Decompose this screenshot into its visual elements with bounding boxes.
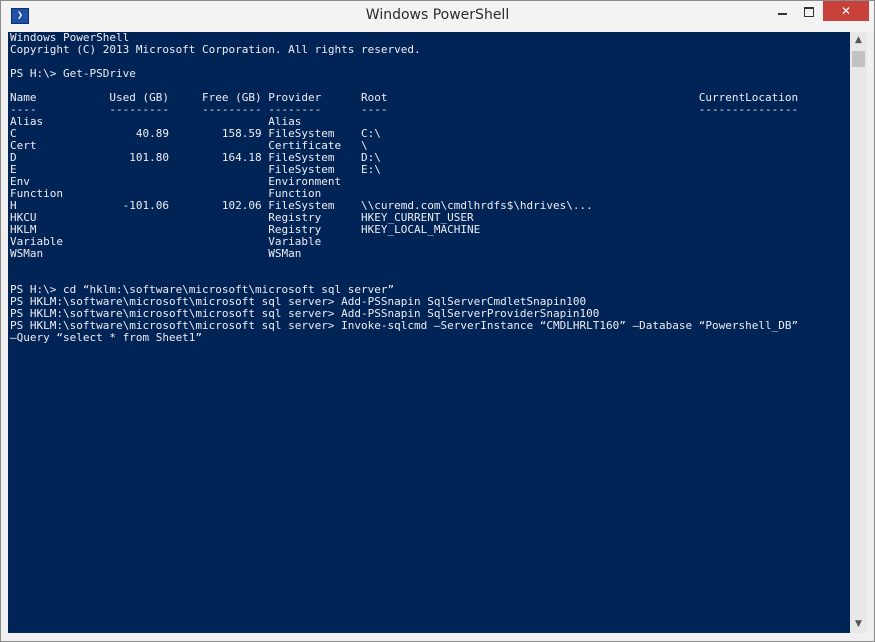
scroll-up-arrow-icon[interactable]: ▲ — [850, 32, 867, 49]
close-icon: ✕ — [840, 4, 852, 18]
maximize-button[interactable] — [796, 1, 822, 21]
console-text: Windows PowerShell Copyright (C) 2013 Mic… — [10, 32, 798, 344]
console-line: Copyright (C) 2013 Microsoft Corporation… — [10, 43, 421, 56]
console-line: WSMan WSMan — [10, 247, 302, 260]
maximize-icon — [804, 6, 814, 17]
console-line: PS H:\> Get-PSDrive — [10, 67, 136, 80]
window-title: Windows PowerShell — [365, 7, 510, 23]
minimize-button[interactable] — [769, 1, 795, 21]
close-button[interactable]: ✕ — [823, 1, 869, 21]
scrollbar-thumb[interactable] — [852, 51, 865, 67]
vertical-scrollbar[interactable]: ▲ ▼ — [850, 32, 867, 633]
powershell-window: ❯ Windows PowerShell ✕ Windows PowerShel… — [0, 0, 875, 642]
console-line: –Query “select * from Sheet1” — [10, 331, 203, 344]
title-bar[interactable]: ❯ Windows PowerShell ✕ — [1, 1, 874, 32]
minimize-icon — [777, 12, 787, 15]
console-output[interactable]: Windows PowerShell Copyright (C) 2013 Mic… — [8, 32, 850, 633]
scroll-down-arrow-icon[interactable]: ▼ — [850, 616, 867, 633]
